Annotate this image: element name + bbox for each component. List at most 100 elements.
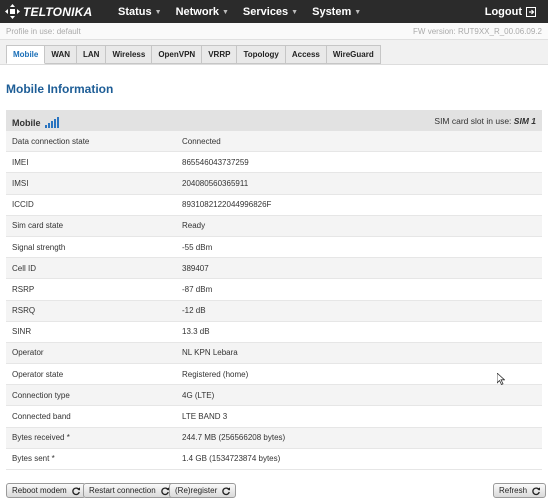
row-label: Sim card state	[12, 221, 64, 231]
refresh-button[interactable]: Refresh	[493, 483, 547, 498]
refresh-icon	[532, 486, 541, 495]
firmware-version: FW version: RUT9XX_R_00.06.09.2	[413, 27, 542, 36]
nav-services[interactable]: Services ▼	[243, 6, 298, 18]
top-navbar: TELTONIKA Status ▼ Network ▼ Services ▼ …	[0, 0, 548, 23]
nav-services-label: Services	[242, 5, 289, 18]
action-bar: Reboot modem Restart connection (Re)regi…	[0, 477, 548, 499]
row-label: RSRP	[12, 284, 35, 294]
tab-wireless[interactable]: Wireless	[106, 45, 153, 64]
row-value: Connected	[182, 136, 221, 146]
row-label: SINR	[12, 327, 32, 337]
table-row: IMEI 865546043737259	[6, 152, 542, 174]
restart-connection-label: Restart connection	[89, 486, 156, 495]
refresh-label: Refresh	[499, 486, 528, 495]
row-label: Signal strength	[12, 242, 66, 252]
nav-network-label: Network	[175, 5, 219, 18]
tab-topology[interactable]: Topology	[237, 45, 286, 64]
row-label: Connected band	[12, 412, 71, 422]
table-row: RSRP -87 dBm	[6, 279, 542, 301]
table-row: IMSI 204080560365911	[6, 173, 542, 195]
table-row: Cell ID 389407	[6, 258, 542, 280]
row-label: IMSI	[12, 178, 29, 188]
chevron-down-icon: ▼	[354, 9, 362, 16]
page-title: Mobile Information	[6, 82, 114, 96]
table-row: SINR 13.3 dB	[6, 321, 542, 343]
chevron-down-icon: ▼	[291, 9, 299, 16]
mobile-info-table: Mobile SIM card slot in use: SIM 1 Data …	[6, 110, 542, 470]
row-label: Operator	[12, 348, 44, 358]
row-value: Ready	[182, 221, 206, 231]
row-label: Connection type	[12, 390, 70, 400]
mouse-cursor-icon	[497, 373, 505, 385]
row-value: -55 dBm	[182, 242, 213, 252]
table-row: Data connection state Connected	[6, 131, 542, 153]
teltonika-logo-icon	[5, 4, 20, 19]
nav-system[interactable]: System ▼	[312, 6, 361, 18]
refresh-icon	[222, 486, 231, 495]
nav-status[interactable]: Status ▼	[118, 6, 162, 18]
row-label: Bytes received *	[12, 433, 70, 443]
row-label: Data connection state	[12, 136, 90, 146]
table-row: ICCID 8931082122044996826F	[6, 194, 542, 216]
row-value: LTE BAND 3	[182, 412, 228, 422]
table-row: Bytes received * 244.7 MB (256566208 byte…	[6, 427, 542, 449]
row-value: NL KPN Lebara	[182, 348, 238, 358]
row-value: -12 dB	[182, 306, 206, 316]
row-label: IMEI	[12, 157, 29, 167]
tab-wan[interactable]: WAN	[45, 45, 78, 64]
row-value: 1.4 GB (1534723874 bytes)	[182, 454, 281, 464]
reboot-modem-label: Reboot modem	[12, 486, 67, 495]
section-title: Mobile	[12, 117, 60, 128]
reboot-modem-button[interactable]: Reboot modem	[6, 483, 86, 498]
tab-access[interactable]: Access	[285, 45, 327, 64]
row-value: 389407	[182, 263, 209, 273]
logout-icon	[526, 6, 536, 17]
tab-lan[interactable]: LAN	[77, 45, 107, 64]
tab-wireguard[interactable]: WireGuard	[326, 45, 381, 64]
row-value: 244.7 MB (256566208 bytes)	[182, 433, 286, 443]
row-label: RSRQ	[12, 306, 36, 316]
chevron-down-icon: ▼	[154, 9, 162, 16]
reregister-button[interactable]: (Re)register	[169, 483, 237, 498]
logout-label: Logout	[484, 5, 522, 18]
row-label: Bytes sent *	[12, 454, 55, 464]
tab-vrrp[interactable]: VRRP	[202, 45, 238, 64]
table-row: Signal strength -55 dBm	[6, 236, 542, 259]
table-row: Operator state Registered (home)	[6, 364, 542, 386]
row-label: Cell ID	[12, 263, 37, 273]
brand-name: TELTONIKA	[23, 4, 93, 19]
table-row: RSRQ -12 dB	[6, 300, 542, 322]
reregister-label: (Re)register	[175, 486, 218, 495]
nav-network[interactable]: Network ▼	[176, 6, 229, 18]
row-value: 8931082122044996826F	[182, 200, 272, 210]
refresh-icon	[71, 486, 80, 495]
nav-status-label: Status	[118, 5, 152, 18]
tab-openvpn[interactable]: OpenVPN	[152, 45, 203, 64]
nav-system-label: System	[312, 5, 352, 18]
profile-info: Profile in use: default	[6, 27, 81, 36]
table-row: Sim card state Ready	[6, 215, 542, 237]
table-row: Connected band LTE BAND 3	[6, 406, 542, 428]
main-content: Mobile Information Mobile SIM card slot …	[0, 64, 548, 477]
network-tabs: Mobile WAN LAN Wireless OpenVPN VRRP Top…	[6, 45, 381, 64]
section-title-label: Mobile	[12, 118, 41, 128]
row-label: ICCID	[12, 200, 34, 210]
tab-mobile[interactable]: Mobile	[6, 45, 46, 64]
table-header: Mobile SIM card slot in use: SIM 1	[6, 110, 542, 131]
info-bar: Profile in use: default FW version: RUT9…	[0, 23, 548, 40]
table-row: Bytes sent * 1.4 GB (1534723874 bytes)	[6, 448, 542, 470]
sim-slot-info: SIM card slot in use: SIM 1	[434, 116, 536, 126]
row-value: 204080560365911	[182, 178, 249, 188]
main-menu: Status ▼ Network ▼ Services ▼ System ▼	[118, 0, 375, 23]
row-value: 865546043737259	[182, 157, 249, 167]
brand-logo[interactable]: TELTONIKA	[5, 3, 92, 20]
restart-connection-button[interactable]: Restart connection	[83, 483, 175, 498]
signal-strength-icon	[44, 117, 60, 128]
table-body: Data connection state Connected IMEI 865546…	[6, 131, 542, 470]
row-value: 4G (LTE)	[182, 390, 215, 400]
sim-slot-label: SIM card slot in use:	[434, 116, 512, 126]
table-row: Connection type 4G (LTE)	[6, 385, 542, 407]
row-value: 13.3 dB	[182, 327, 210, 337]
sim-slot-value: SIM 1	[513, 116, 536, 126]
logout-button[interactable]: Logout	[485, 0, 536, 23]
